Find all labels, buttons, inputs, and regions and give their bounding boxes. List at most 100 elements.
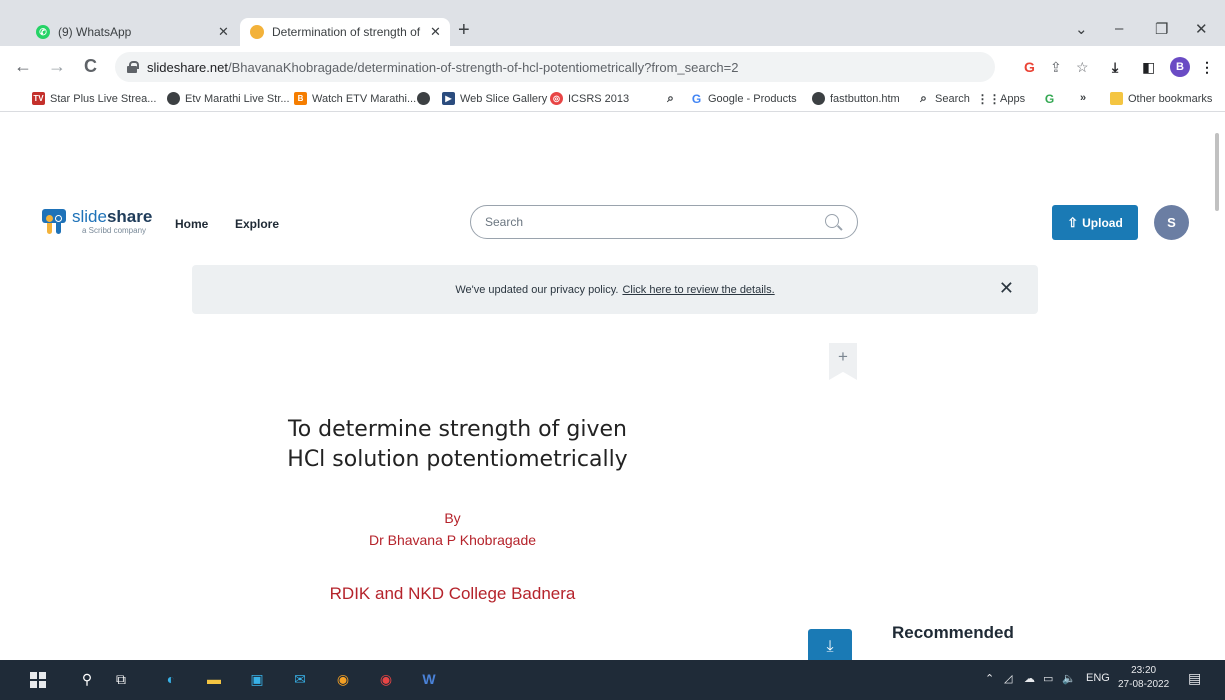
file-explorer-icon[interactable]: ▬ [203, 668, 225, 690]
globe-icon [812, 92, 825, 105]
tab-search-icon[interactable]: ⌄ [1075, 20, 1088, 38]
taskbar-search-icon[interactable]: ⚲ [76, 668, 98, 690]
download-icon[interactable]: ⤓ [1112, 59, 1118, 75]
save-bookmark-icon[interactable]: + [829, 343, 857, 380]
search-icon: ⌕ [920, 91, 927, 105]
store-icon[interactable]: ▣ [246, 668, 268, 690]
lock-icon[interactable] [127, 61, 139, 73]
bookmarks-overflow-button[interactable]: » [1080, 92, 1086, 104]
tab-slideshare[interactable]: Determination of strength of HCl ✕ [240, 18, 450, 46]
browser-toolbar: ← → C slideshare.net/BhavanaKhobragade/d… [0, 46, 1225, 88]
other-bookmarks-folder[interactable]: Other bookmarks [1110, 92, 1212, 105]
taskbar-clock[interactable]: 23:20 27-08-2022 [1118, 664, 1169, 692]
new-tab-button[interactable]: + [458, 20, 470, 40]
webslice-icon: ▶ [442, 92, 455, 105]
side-panel-icon[interactable]: ◧ [1142, 59, 1155, 75]
apps-grid-icon: ⋮⋮ [976, 91, 1001, 106]
google-translate-icon[interactable]: G [1024, 59, 1035, 75]
bookmark-label: fastbutton.htm [830, 92, 900, 105]
privacy-details-link[interactable]: Click here to review the details. [622, 284, 774, 296]
slide-author: Dr Bhavana P Khobragade [368, 532, 537, 548]
search-input[interactable] [485, 215, 805, 229]
windows-taskbar: ⚲ ⧉ ◐ ▬ ▣ ✉ ◉ ◉ W ⌃ ◿ ☁ ▭ 🔈 ENG 23:20 27… [0, 660, 1225, 700]
bookmark-label: Etv Marathi Live Str... [185, 92, 290, 105]
tab-title: Determination of strength of HCl [272, 25, 422, 39]
tab-close-icon[interactable]: ✕ [430, 24, 441, 40]
search-icon: ⌕ [667, 91, 674, 105]
bookmark-item[interactable] [417, 92, 435, 105]
tab-whatsapp[interactable]: ✆ (9) WhatsApp ✕ [36, 18, 246, 46]
page-scrollbar[interactable] [1215, 133, 1219, 211]
globe-icon [167, 92, 180, 105]
bookmark-label: Web Slice Gallery [460, 92, 548, 105]
chrome-profile-icon[interactable]: ◉ [375, 668, 397, 690]
tab-strip: ✆ (9) WhatsApp ✕ Determination of streng… [0, 0, 1225, 46]
privacy-notice-banner: We've updated our privacy policy. Click … [192, 265, 1038, 314]
upload-button[interactable]: ⇧ Upload [1052, 205, 1138, 240]
slide-by-label: By [444, 510, 461, 526]
onedrive-icon[interactable]: ☁ [1024, 672, 1035, 685]
download-icon[interactable]: ⤓ [808, 629, 852, 660]
share-icon[interactable]: ⇪ [1050, 59, 1062, 75]
google-icon: G [1044, 91, 1055, 106]
tray-chevron-icon[interactable]: ⌃ [985, 672, 994, 685]
bookmark-item[interactable]: ⋮⋮ Apps [976, 91, 1026, 106]
tv-icon: TV [32, 92, 45, 105]
windows-start-icon[interactable] [30, 672, 46, 688]
bookmark-label: Google - Products [708, 92, 797, 105]
bookmark-item[interactable]: fastbutton.htm [812, 92, 900, 105]
upload-label: Upload [1082, 215, 1123, 230]
recommended-heading: Recommended [892, 623, 1014, 642]
network-icon[interactable]: ◿ [1004, 672, 1012, 685]
back-arrow-icon[interactable]: ← [14, 56, 32, 76]
bookmark-item[interactable]: TV Star Plus Live Strea... [32, 92, 156, 105]
logo-wordmark: slideshare [72, 207, 153, 226]
minimize-button[interactable]: – [1115, 20, 1123, 37]
url-path: /BhavanaKhobragade/determination-of-stre… [227, 59, 739, 75]
user-avatar[interactable]: S [1154, 205, 1189, 240]
site-search-box[interactable] [470, 205, 858, 239]
bookmark-item[interactable]: G Google - Products [690, 92, 797, 106]
notifications-icon[interactable]: ▤ [1188, 670, 1201, 687]
clock-date: 27-08-2022 [1118, 679, 1170, 690]
notice-close-icon[interactable]: ✕ [999, 278, 1014, 298]
folder-icon [1110, 92, 1123, 105]
slideshare-icon [250, 25, 264, 39]
menu-kebab-icon[interactable]: ⋮ [1200, 59, 1214, 75]
bookmark-item[interactable]: ▶ Web Slice Gallery [442, 92, 547, 105]
edge-icon[interactable]: ◐ [160, 668, 182, 690]
task-view-icon[interactable]: ⧉ [110, 668, 132, 690]
star-bookmark-icon[interactable]: ☆ [1076, 59, 1089, 75]
slide-college: RDIK and NKD College Badnera [329, 584, 576, 603]
address-bar[interactable]: slideshare.net/BhavanaKhobragade/determi… [115, 52, 995, 82]
target-icon: ◎ [550, 92, 563, 105]
nav-home-link[interactable]: Home [175, 217, 208, 231]
reload-icon[interactable]: C [84, 56, 97, 76]
search-icon[interactable] [825, 214, 839, 228]
mail-icon[interactable]: ✉ [289, 668, 311, 690]
restore-button[interactable]: ❐ [1155, 20, 1168, 38]
slideshare-logo[interactable]: slideshare a Scribd company [42, 208, 152, 235]
word-icon[interactable]: W [418, 668, 440, 690]
bookmark-item[interactable]: B Watch ETV Marathi... [294, 92, 416, 105]
chrome-icon[interactable]: ◉ [332, 668, 354, 690]
bookmark-item[interactable]: ⌕ [664, 91, 682, 105]
nav-explore-link[interactable]: Explore [235, 217, 279, 231]
url-domain: slideshare.net [147, 59, 228, 75]
blogger-icon: B [294, 92, 307, 105]
bookmark-item[interactable]: ⌕ Search [917, 91, 970, 105]
tab-close-icon[interactable]: ✕ [218, 24, 229, 40]
bookmark-item[interactable]: Etv Marathi Live Str... [167, 92, 290, 105]
window-close-button[interactable]: ✕ [1195, 20, 1208, 38]
bookmark-label: Other bookmarks [1128, 92, 1213, 105]
profile-avatar[interactable]: B [1170, 57, 1190, 77]
slideshare-logo-icon [42, 208, 66, 235]
forward-arrow-icon[interactable]: → [48, 56, 66, 76]
slide-title-line-1: To determine strength of given [288, 417, 627, 442]
language-indicator[interactable]: ENG [1086, 672, 1110, 684]
bookmark-item[interactable]: G [1043, 91, 1061, 106]
volume-icon[interactable]: 🔈 [1062, 672, 1076, 685]
bookmark-label: Apps [1000, 92, 1026, 105]
battery-icon[interactable]: ▭ [1043, 672, 1053, 685]
bookmark-item[interactable]: ◎ ICSRS 2013 [550, 92, 629, 105]
